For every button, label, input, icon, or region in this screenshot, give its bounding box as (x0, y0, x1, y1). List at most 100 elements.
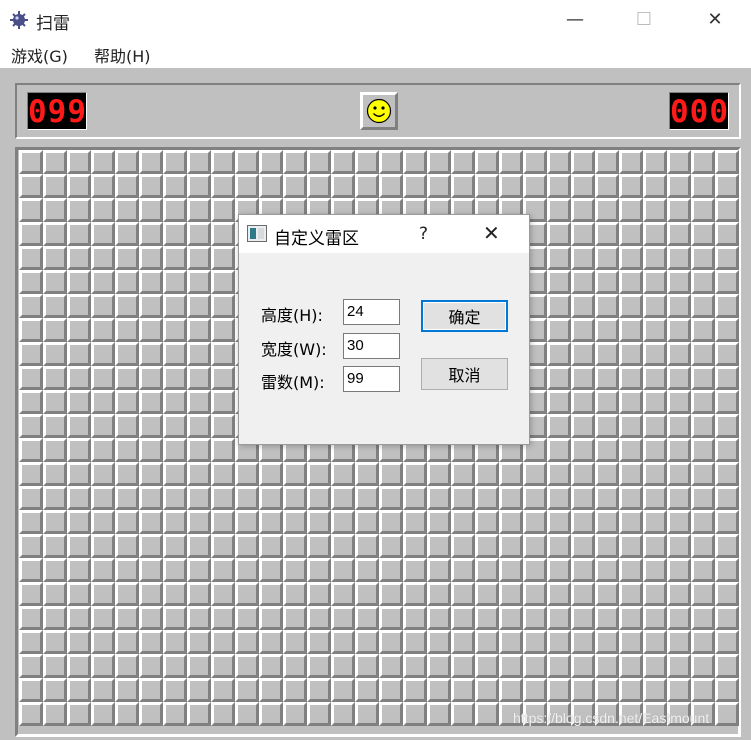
mine-cell[interactable] (19, 366, 43, 390)
mine-cell[interactable] (451, 606, 475, 630)
mine-cell[interactable] (139, 342, 163, 366)
mine-cell[interactable] (211, 462, 235, 486)
dialog-close-icon[interactable]: ✕ (483, 221, 500, 245)
mine-cell[interactable] (547, 342, 571, 366)
mine-cell[interactable] (475, 510, 499, 534)
mine-cell[interactable] (643, 318, 667, 342)
mine-cell[interactable] (691, 438, 715, 462)
mine-cell[interactable] (259, 654, 283, 678)
mine-cell[interactable] (667, 246, 691, 270)
mine-cell[interactable] (91, 318, 115, 342)
mine-cell[interactable] (667, 366, 691, 390)
mine-cell[interactable] (547, 198, 571, 222)
mine-cell[interactable] (187, 198, 211, 222)
mine-cell[interactable] (67, 414, 91, 438)
mine-cell[interactable] (91, 150, 115, 174)
mine-cell[interactable] (43, 270, 67, 294)
mine-cell[interactable] (19, 510, 43, 534)
mine-cell[interactable] (355, 150, 379, 174)
mine-cell[interactable] (43, 486, 67, 510)
mine-cell[interactable] (91, 390, 115, 414)
mine-cell[interactable] (259, 558, 283, 582)
mine-cell[interactable] (307, 486, 331, 510)
mine-cell[interactable] (571, 150, 595, 174)
mine-cell[interactable] (571, 630, 595, 654)
mine-cell[interactable] (115, 462, 139, 486)
mine-cell[interactable] (379, 582, 403, 606)
mine-cell[interactable] (691, 606, 715, 630)
mine-cell[interactable] (67, 174, 91, 198)
mine-cell[interactable] (115, 174, 139, 198)
mine-cell[interactable] (355, 654, 379, 678)
mine-cell[interactable] (115, 510, 139, 534)
mine-cell[interactable] (475, 702, 499, 726)
mine-cell[interactable] (115, 654, 139, 678)
mine-cell[interactable] (67, 366, 91, 390)
mine-cell[interactable] (691, 582, 715, 606)
mine-cell[interactable] (499, 510, 523, 534)
mine-cell[interactable] (595, 462, 619, 486)
mine-cell[interactable] (331, 582, 355, 606)
mine-cell[interactable] (619, 582, 643, 606)
mine-cell[interactable] (187, 702, 211, 726)
mine-cell[interactable] (643, 582, 667, 606)
mine-cell[interactable] (19, 654, 43, 678)
mine-cell[interactable] (499, 582, 523, 606)
mine-cell[interactable] (355, 678, 379, 702)
mine-cell[interactable] (91, 246, 115, 270)
mine-cell[interactable] (667, 150, 691, 174)
mine-cell[interactable] (115, 390, 139, 414)
mine-cell[interactable] (19, 606, 43, 630)
mine-cell[interactable] (139, 150, 163, 174)
mine-cell[interactable] (667, 438, 691, 462)
mine-cell[interactable] (571, 390, 595, 414)
mine-cell[interactable] (211, 198, 235, 222)
mine-cell[interactable] (307, 582, 331, 606)
mine-cell[interactable] (571, 678, 595, 702)
mine-cell[interactable] (307, 678, 331, 702)
mine-cell[interactable] (67, 270, 91, 294)
mine-cell[interactable] (427, 678, 451, 702)
mine-cell[interactable] (475, 558, 499, 582)
mine-cell[interactable] (67, 246, 91, 270)
mine-cell[interactable] (211, 414, 235, 438)
menu-game[interactable]: 游戏(G) (11, 43, 68, 67)
mine-cell[interactable] (715, 438, 739, 462)
mine-cell[interactable] (259, 150, 283, 174)
mine-cell[interactable] (475, 582, 499, 606)
mine-cell[interactable] (283, 486, 307, 510)
mine-cell[interactable] (163, 414, 187, 438)
mine-cell[interactable] (139, 174, 163, 198)
mine-cell[interactable] (523, 486, 547, 510)
mine-cell[interactable] (163, 270, 187, 294)
mine-cell[interactable] (19, 294, 43, 318)
mine-cell[interactable] (91, 510, 115, 534)
mine-cell[interactable] (259, 486, 283, 510)
mine-cell[interactable] (547, 294, 571, 318)
mine-cell[interactable] (211, 174, 235, 198)
mine-cell[interactable] (643, 486, 667, 510)
mine-cell[interactable] (403, 534, 427, 558)
mine-cell[interactable] (547, 414, 571, 438)
width-input[interactable]: 30 (343, 333, 400, 359)
mine-cell[interactable] (667, 342, 691, 366)
mine-cell[interactable] (667, 198, 691, 222)
mine-cell[interactable] (499, 174, 523, 198)
mine-cell[interactable] (547, 678, 571, 702)
mine-cell[interactable] (43, 702, 67, 726)
mine-cell[interactable] (283, 582, 307, 606)
mine-cell[interactable] (571, 366, 595, 390)
mine-cell[interactable] (547, 150, 571, 174)
mine-cell[interactable] (547, 606, 571, 630)
mine-cell[interactable] (691, 390, 715, 414)
mine-cell[interactable] (235, 630, 259, 654)
mine-cell[interactable] (115, 222, 139, 246)
mine-cell[interactable] (211, 246, 235, 270)
mine-cell[interactable] (187, 438, 211, 462)
mine-cell[interactable] (43, 366, 67, 390)
mine-cell[interactable] (91, 438, 115, 462)
mine-cell[interactable] (43, 222, 67, 246)
mine-cell[interactable] (715, 462, 739, 486)
mine-cell[interactable] (139, 582, 163, 606)
mine-cell[interactable] (619, 246, 643, 270)
